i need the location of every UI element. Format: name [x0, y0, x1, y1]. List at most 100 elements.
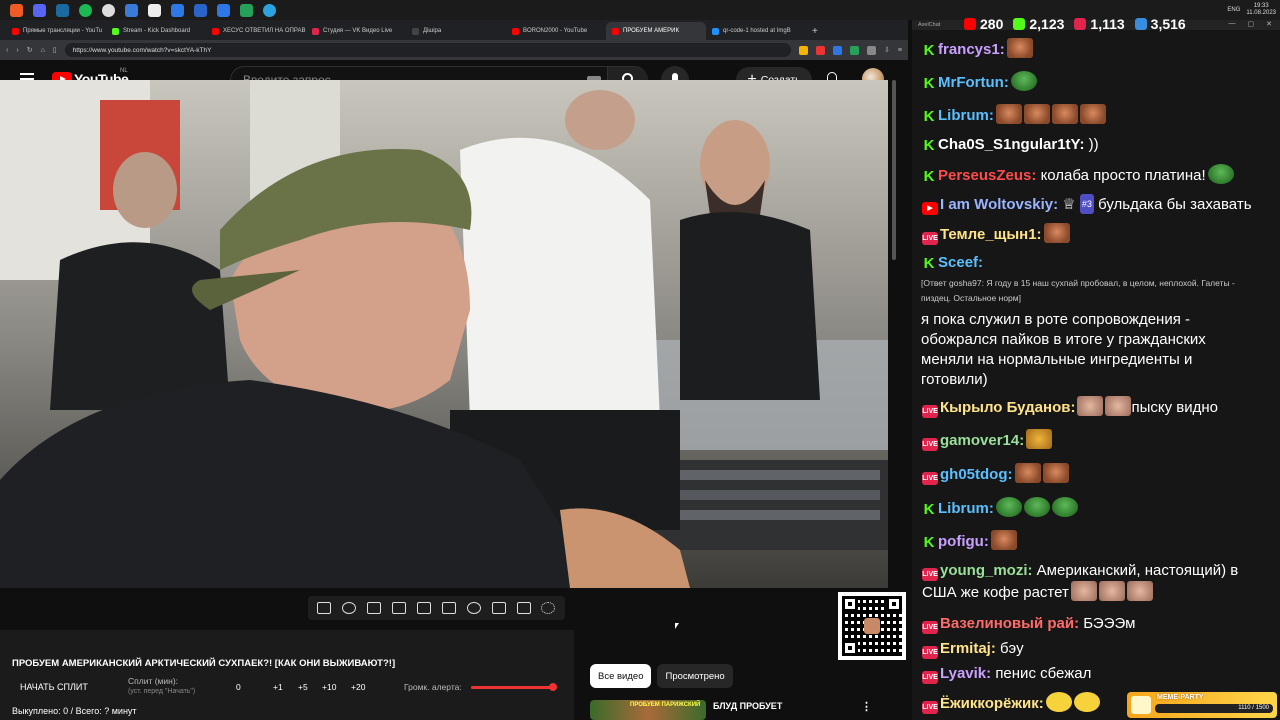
- browser-tab[interactable]: ХЕСУС ОТВЕТИЛ НА ОПРАВ: [206, 22, 306, 40]
- kick-icon: [1013, 18, 1026, 30]
- alert-volume-slider[interactable]: [471, 683, 557, 691]
- url-field[interactable]: https://www.youtube.com/watch?v=skctYA-k…: [64, 43, 792, 57]
- twitch-viewer-count: 3,516: [1150, 16, 1186, 32]
- browser-tab[interactable]: Дішіра: [406, 22, 506, 40]
- app-icon-2[interactable]: [171, 3, 184, 17]
- kick-icon: K: [923, 534, 935, 551]
- thumbnail-text: ПРОБУЕМ ПАРИЖСКИЙ: [630, 702, 701, 708]
- kick-icon: K: [923, 501, 935, 518]
- split-label: Сплит (мин):: [128, 676, 179, 686]
- menu-icon[interactable]: ≡: [898, 47, 902, 54]
- video-player[interactable]: [0, 80, 888, 588]
- extension-icon[interactable]: [867, 45, 877, 55]
- frames-icon[interactable]: [441, 602, 456, 614]
- player-toolbar: [308, 596, 565, 620]
- tab-watched[interactable]: Просмотрено: [657, 664, 733, 688]
- kick-icon: K: [923, 137, 935, 154]
- browser-tab[interactable]: Студия — VK Видео Live: [306, 22, 406, 40]
- settings-icon[interactable]: [541, 602, 556, 614]
- volume-knob[interactable]: [548, 683, 557, 691]
- chat-nick: gh05tdog:: [940, 466, 1013, 483]
- minimize-icon[interactable]: —: [1229, 20, 1236, 28]
- chat-message: LIVE Кырыло Буданов: пыску видно: [922, 396, 1272, 418]
- kick-icon: K: [923, 108, 935, 125]
- browser-tab-active[interactable]: ПРОБУЕМ АМЕРИК: [606, 22, 706, 40]
- extension-icon[interactable]: [850, 45, 860, 55]
- kick-viewers: 2,123: [1013, 16, 1064, 32]
- face-emote-icon: [1023, 104, 1050, 124]
- app-icon-5[interactable]: [240, 3, 253, 17]
- browser-tab[interactable]: Stream - Kick Dashboard: [106, 22, 206, 40]
- recommended-title[interactable]: БЛУД ПРОБУЕТ: [713, 701, 782, 711]
- extension-icon[interactable]: [816, 45, 826, 55]
- cinema-icon[interactable]: [417, 602, 431, 614]
- vk-live-icon: LIVE: [922, 621, 938, 634]
- address-bar-row: ‹ › ↻ ⌂ ▯ https://www.youtube.com/watch?…: [0, 40, 908, 60]
- close-icon[interactable]: ✕: [1266, 20, 1272, 28]
- vk-live-icon: LIVE: [922, 438, 938, 451]
- language-indicator[interactable]: ENG: [1227, 7, 1240, 13]
- vk-live-icon: LIVE: [922, 405, 938, 418]
- split-add-5-button[interactable]: +5: [298, 682, 308, 692]
- more-options-icon[interactable]: ⋮: [861, 700, 872, 713]
- discord-icon[interactable]: [33, 3, 46, 17]
- split-add-1-button[interactable]: +1: [273, 682, 283, 692]
- tab-all-videos[interactable]: Все видео: [590, 664, 652, 688]
- add-icon[interactable]: [491, 602, 506, 614]
- maximize-icon[interactable]: ▢: [1248, 20, 1255, 28]
- split-add-10-button[interactable]: +10: [322, 682, 336, 692]
- broadcast-icon[interactable]: [342, 602, 357, 614]
- browser-tab[interactable]: BORON2000 - YouTube: [506, 22, 606, 40]
- chat-message: LIVE Ermitaj: бэу: [922, 639, 1272, 659]
- speed-icon[interactable]: [466, 602, 481, 614]
- spotify-icon[interactable]: [79, 3, 92, 17]
- clip-icon[interactable]: [392, 602, 407, 614]
- smile-emote-icon: [1073, 692, 1100, 712]
- back-icon[interactable]: ‹: [6, 47, 8, 54]
- game-icon[interactable]: [148, 3, 161, 17]
- telegram-icon[interactable]: [263, 3, 276, 17]
- chat-nick: francys1:: [938, 41, 1005, 58]
- screen-record-icon[interactable]: [367, 602, 382, 614]
- video-title: ПРОБУЕМ АМЕРИКАНСКИЙ АРКТИЧЕСКИЙ СУХПАЕК…: [12, 658, 396, 669]
- chat-text: я пока служил в роте сопровождения - обо…: [921, 311, 1206, 388]
- app-icon-3[interactable]: [194, 3, 207, 17]
- tab-strip: Прямые трансляции - YouTu Stream - Kick …: [0, 20, 908, 40]
- tab-favicon: [12, 27, 19, 35]
- vk-live-icon: LIVE: [922, 671, 938, 684]
- pepe-emote-icon: [995, 497, 1022, 517]
- reload-icon[interactable]: ↻: [27, 46, 33, 54]
- chat-nick: gamover14:: [940, 432, 1025, 449]
- bought-status: Выкуплено: 0 / Всего: ? минут: [12, 706, 137, 716]
- browser-tab[interactable]: Прямые трансляции - YouTu: [6, 22, 106, 40]
- extension-icon[interactable]: [833, 45, 843, 55]
- chat-message: LIVE Темле_щын1:: [922, 223, 1272, 245]
- new-tab-button[interactable]: +: [812, 26, 818, 37]
- video-frame-image: [0, 80, 888, 588]
- kick-viewer-count: 2,123: [1029, 16, 1065, 32]
- brave-icon[interactable]: [10, 3, 23, 17]
- obs-icon[interactable]: [102, 3, 115, 17]
- video-filter-tabs: Все видео Просмотрено: [590, 664, 733, 688]
- steam-icon[interactable]: [56, 3, 69, 17]
- start-split-button[interactable]: НАЧАТЬ СПЛИТ: [20, 682, 88, 692]
- loop-icon[interactable]: [317, 602, 332, 614]
- clock[interactable]: 19:33 11.08.2023: [1246, 3, 1276, 17]
- chat-message: LIVE young_mozi: Американский, настоящий)…: [922, 561, 1262, 603]
- face-emote-icon: [1079, 104, 1106, 124]
- screenshot-icon[interactable]: [516, 602, 531, 614]
- scrollbar-thumb[interactable]: [892, 80, 896, 260]
- recommended-thumbnail[interactable]: ПРОБУЕМ ПАРИЖСКИЙ: [590, 700, 706, 720]
- home-icon[interactable]: ⌂: [41, 47, 45, 54]
- browser-tab[interactable]: qr-code-1 hosted at ImgB: [706, 22, 806, 40]
- extension-icon[interactable]: [799, 45, 809, 55]
- split-add-20-button[interactable]: +20: [351, 682, 365, 692]
- forward-icon[interactable]: ›: [16, 47, 18, 54]
- app-icon[interactable]: [125, 3, 138, 17]
- crown-icon: ♕: [1062, 196, 1076, 213]
- bookmark-icon[interactable]: ▯: [53, 46, 57, 54]
- download-icon[interactable]: ⇩: [884, 46, 890, 54]
- split-panel: ПРОБУЕМ АМЕРИКАНСКИЙ АРКТИЧЕСКИЙ СУХПАЕК…: [0, 630, 574, 720]
- tiger-emote-icon: [1026, 429, 1053, 449]
- app-icon-4[interactable]: [217, 3, 230, 17]
